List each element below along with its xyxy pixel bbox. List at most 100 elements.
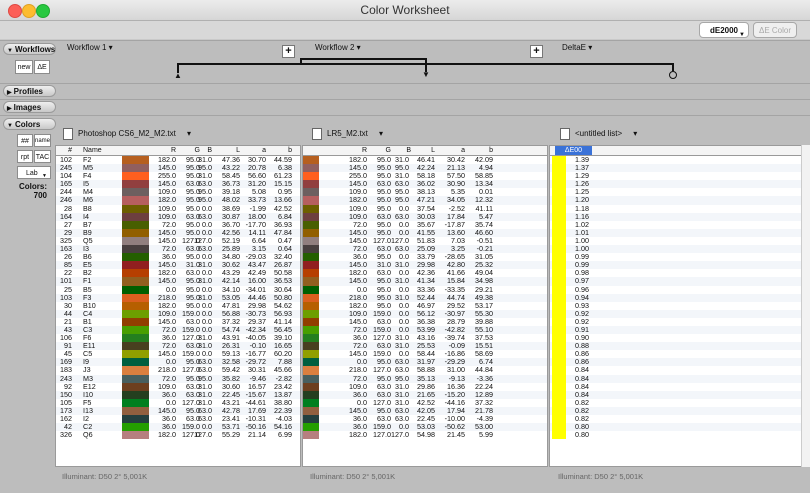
column-header[interactable]: B [199,146,212,155]
color-swatch [122,382,149,391]
column-header[interactable]: a [239,146,266,155]
vertical-scrollbar[interactable] [801,145,810,467]
color-swatch [303,382,319,391]
column-header[interactable]: b [266,146,292,155]
cell: 21.45 [447,430,465,440]
column-header[interactable]: # [56,146,72,155]
color-swatch [122,301,149,310]
endpoint-circle-icon [669,71,677,79]
column-header[interactable]: L [409,146,435,155]
document-icon [560,127,570,140]
table-file-2[interactable]: R G B La b 182.0 95.0 31.0 46.41 30.42 42.09 145.0 9… [302,145,548,467]
colors-toggle[interactable]: ▼ Colors [3,118,56,130]
workflow-2-menu[interactable]: Workflow 2 ▾ [315,43,361,52]
table-file-1[interactable]: # Name R G B La b 102 F2 182.0 95.0 31.0 47.36 30.70 4… [55,145,301,467]
colors-count: 700 [33,191,47,200]
color-space-dropdown[interactable]: Lab ▼ [17,166,51,179]
chevron-down-icon: ▾ [588,43,593,52]
color-swatch [122,245,149,254]
de-workflow-button[interactable]: ΔE [34,60,50,74]
tac-button[interactable]: TAC [34,150,51,163]
color-swatch [122,156,149,165]
color-swatch [122,204,149,213]
document-icon [312,127,322,140]
color-swatch [303,374,319,383]
color-swatch [122,236,149,246]
color-swatch [122,253,149,262]
color-swatch [122,431,149,440]
table-row[interactable]: 326 Q6 182.0 127.0 127.0 55.29 21.14 6.99 [56,430,300,440]
color-swatch [122,390,149,399]
rpt-button[interactable]: rpt [17,150,33,163]
color-swatch [303,415,319,424]
column-header[interactable]: B [391,146,411,155]
column-header[interactable]: R [152,146,176,155]
color-swatch [303,236,319,246]
color-swatch [122,309,149,318]
de-formula-label: dE2000 [709,26,739,35]
cell: 127.0 [194,430,212,440]
chevron-down-icon: ▾ [356,43,361,52]
color-swatch [122,277,149,286]
cell: 0.80 [575,430,589,440]
hash-column-toggle[interactable]: ## [17,134,33,147]
profiles-label: Profiles [13,87,43,96]
workflow-2-label: Workflow 2 [315,43,355,52]
document-icon [63,127,73,140]
color-swatch [303,406,319,415]
column-header[interactable]: Name [83,146,113,155]
color-swatch [303,164,319,173]
column-header[interactable]: b [467,146,493,155]
cell: 127.0 [391,430,409,440]
color-swatch [122,172,149,181]
column-header[interactable]: a [438,146,465,155]
disclosure-triangle-icon: ▼ [7,48,13,54]
deltae-menu[interactable]: DeltaE ▾ [562,43,592,52]
color-swatch [303,285,319,294]
column-header[interactable]: G [176,146,200,155]
table-deltae[interactable]: ΔE00 1.39 1.37 1.29 1.26 1.25 1.20 1.18 1.16 1.02… [549,145,802,467]
name-column-toggle[interactable]: name [34,134,51,147]
deltae-label: DeltaE [562,43,587,52]
workflow-1-menu[interactable]: Workflow 1 ▾ [67,43,113,52]
new-workflow-button[interactable]: new [15,60,33,74]
color-swatch [303,156,319,165]
color-swatch [303,366,319,375]
file-3-menu[interactable]: <untitled list> ▾ [560,124,637,144]
color-swatch [303,334,319,343]
arrow-up-icon: ▲ [174,71,182,80]
column-header[interactable]: R [343,146,367,155]
color-swatch [122,164,149,173]
column-header[interactable]: ΔE00 [555,146,592,155]
cell: 21.14 [248,430,266,440]
images-toggle[interactable]: ▶ Images [3,101,56,113]
workflows-toggle[interactable]: ▼ Workflows [3,43,56,55]
table-row[interactable]: 0.80 [550,430,801,440]
add-workflow-1-button[interactable]: + [282,45,295,58]
file-2-menu[interactable]: LR5_M2.txt ▾ [312,124,383,144]
cell: Q6 [83,430,93,440]
de-color-button[interactable]: ΔE Color [753,22,797,38]
disclosure-triangle-icon: ▶ [7,106,12,112]
add-workflow-2-button[interactable]: + [530,45,543,58]
column-header[interactable]: G [367,146,391,155]
cell: 55.29 [222,430,240,440]
color-swatch [122,398,149,407]
color-swatch [122,180,149,189]
color-swatch [303,212,319,221]
color-swatch [122,423,149,432]
color-swatch [303,390,319,399]
table-row[interactable]: 182.0 127.0 127.0 54.98 21.45 5.99 [303,430,547,440]
file-3-name: <untitled list> [575,129,623,138]
color-swatch [303,317,319,326]
color-swatch [122,325,149,335]
color-swatch [303,309,319,318]
column-header[interactable]: L [214,146,240,155]
color-swatch [122,261,149,270]
workflow-connector-right [672,63,674,71]
cell: 182.0 [349,430,367,440]
color-swatch [303,350,319,359]
profiles-toggle[interactable]: ▶ Profiles [3,85,56,97]
file-1-menu[interactable]: Photoshop CS6_M2_M2.txt ▾ [63,124,191,144]
de-formula-dropdown[interactable]: dE2000 ▼ [699,22,749,38]
